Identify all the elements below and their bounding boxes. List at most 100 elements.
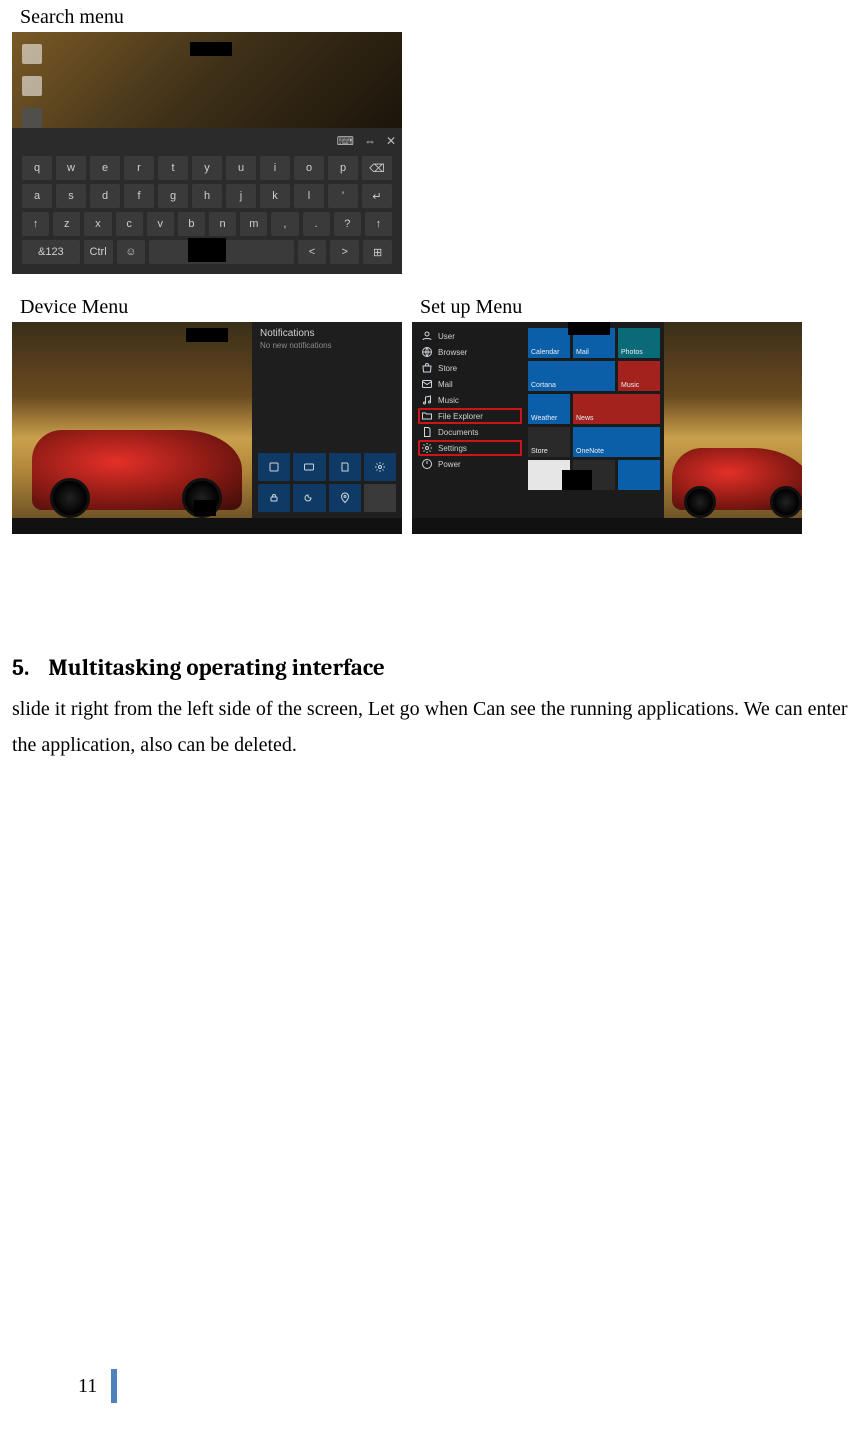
music-icon bbox=[421, 394, 433, 406]
start-list-label: Documents bbox=[438, 428, 478, 437]
keyboard-row: a s d f g h j k l ' ↵ bbox=[20, 182, 394, 210]
keyboard-layout-icon: ⌨ bbox=[337, 134, 354, 149]
caption-device-menu: Device Menu bbox=[20, 294, 420, 320]
start-list-item-store: Store bbox=[418, 360, 522, 376]
quick-action-note bbox=[329, 453, 361, 481]
figure-setup-menu: User Browser Store Mail Music File Explorer Do… bbox=[412, 322, 802, 534]
section-5-body: slide it right from the left side of the… bbox=[12, 691, 853, 763]
key-m: m bbox=[240, 212, 267, 236]
gear-icon bbox=[421, 442, 433, 454]
taskbar bbox=[412, 518, 802, 534]
doc-icon bbox=[421, 426, 433, 438]
key-u: u bbox=[226, 156, 256, 180]
start-list-item-gear: Settings bbox=[418, 440, 522, 456]
section-5-heading: 5 Multitasking operating interface bbox=[12, 654, 853, 681]
action-center-subtitle: No new notifications bbox=[252, 341, 402, 358]
key-windows: ⊞ bbox=[363, 240, 392, 264]
start-tile: Cortana bbox=[528, 361, 615, 391]
key-shift: ↑ bbox=[365, 212, 392, 236]
start-list-item-power: Power bbox=[418, 456, 522, 472]
start-list-label: Mail bbox=[438, 380, 453, 389]
power-icon bbox=[421, 458, 433, 470]
key-k: k bbox=[260, 184, 290, 208]
start-tile: Music bbox=[618, 361, 660, 391]
keyboard-close-icon: ✕ bbox=[386, 134, 396, 149]
figure2-car bbox=[32, 430, 242, 510]
key-t: t bbox=[158, 156, 188, 180]
start-tile: OneNote bbox=[573, 427, 660, 457]
start-list-item-user: User bbox=[418, 328, 522, 344]
redaction-bar bbox=[188, 238, 226, 262]
quick-action-blank bbox=[364, 484, 396, 512]
start-tile: News bbox=[573, 394, 660, 424]
key-r: r bbox=[124, 156, 154, 180]
key-v: v bbox=[147, 212, 174, 236]
key-l: l bbox=[294, 184, 324, 208]
key-x: x bbox=[84, 212, 111, 236]
key-b: b bbox=[178, 212, 205, 236]
quick-action-settings bbox=[364, 453, 396, 481]
key-p: p bbox=[328, 156, 358, 180]
start-app-list: User Browser Store Mail Music File Explorer Do… bbox=[412, 322, 526, 518]
file-icon bbox=[421, 410, 433, 422]
start-tile: Photos bbox=[618, 328, 660, 358]
key-h: h bbox=[192, 184, 222, 208]
store-icon bbox=[421, 362, 433, 374]
key-apostrophe: ' bbox=[328, 184, 358, 208]
redaction-bar bbox=[562, 470, 592, 490]
start-list-item-file: File Explorer bbox=[418, 408, 522, 424]
taskbar bbox=[12, 518, 402, 534]
key-comma: , bbox=[271, 212, 298, 236]
browser-icon bbox=[421, 346, 433, 358]
user-icon bbox=[421, 330, 433, 342]
key-c: c bbox=[116, 212, 143, 236]
key-period: . bbox=[303, 212, 330, 236]
redaction-bar bbox=[568, 322, 610, 335]
key-q: q bbox=[22, 156, 52, 180]
keyboard-move-icon: ⇔ bbox=[364, 134, 376, 149]
start-list-label: File Explorer bbox=[438, 412, 483, 421]
quick-action-quiet-hours bbox=[293, 484, 325, 512]
key-emoji: ☺ bbox=[117, 240, 146, 264]
quick-action-connect bbox=[293, 453, 325, 481]
caption-search-menu: Search menu bbox=[20, 4, 853, 30]
key-e: e bbox=[90, 156, 120, 180]
mail-icon bbox=[421, 378, 433, 390]
figure-device-menu: Notifications No new notifications bbox=[12, 322, 402, 534]
key-d: d bbox=[90, 184, 120, 208]
key-o: o bbox=[294, 156, 324, 180]
redaction-bar bbox=[194, 500, 216, 516]
key-enter: ↵ bbox=[362, 184, 392, 208]
start-tile: Calendar bbox=[528, 328, 570, 358]
start-menu: User Browser Store Mail Music File Explorer Do… bbox=[412, 322, 664, 518]
start-list-label: Power bbox=[438, 460, 461, 469]
desktop-icon bbox=[22, 76, 42, 96]
key-n: n bbox=[209, 212, 236, 236]
page-footer: 11 bbox=[78, 1369, 117, 1403]
page-number: 11 bbox=[78, 1375, 111, 1398]
keyboard-row: q w e r t y u i o p ⌫ bbox=[20, 154, 394, 182]
key-y: y bbox=[192, 156, 222, 180]
key-f: f bbox=[124, 184, 154, 208]
quick-action-vpn bbox=[258, 484, 290, 512]
start-list-item-music: Music bbox=[418, 392, 522, 408]
key-z: z bbox=[53, 212, 80, 236]
key-w: w bbox=[56, 156, 86, 180]
key-i: i bbox=[260, 156, 290, 180]
start-list-label: Browser bbox=[438, 348, 467, 357]
start-list-label: Store bbox=[438, 364, 457, 373]
start-list-item-browser: Browser bbox=[418, 344, 522, 360]
action-center-title: Notifications bbox=[252, 322, 402, 341]
redaction-bar bbox=[190, 42, 232, 56]
figure3-car bbox=[672, 448, 802, 510]
key-ctrl: Ctrl bbox=[84, 240, 113, 264]
quick-action-tablet-mode bbox=[258, 453, 290, 481]
start-list-label: Music bbox=[438, 396, 459, 405]
quick-action-location bbox=[329, 484, 361, 512]
key-s: s bbox=[56, 184, 86, 208]
start-tile bbox=[618, 460, 660, 490]
key-symbols: &123 bbox=[22, 240, 80, 264]
key-a: a bbox=[22, 184, 52, 208]
caption-setup-menu: Set up Menu bbox=[420, 294, 522, 320]
on-screen-keyboard: ⌨ ⇔ ✕ q w e r t y u i o p ⌫ a s d f bbox=[12, 128, 402, 274]
